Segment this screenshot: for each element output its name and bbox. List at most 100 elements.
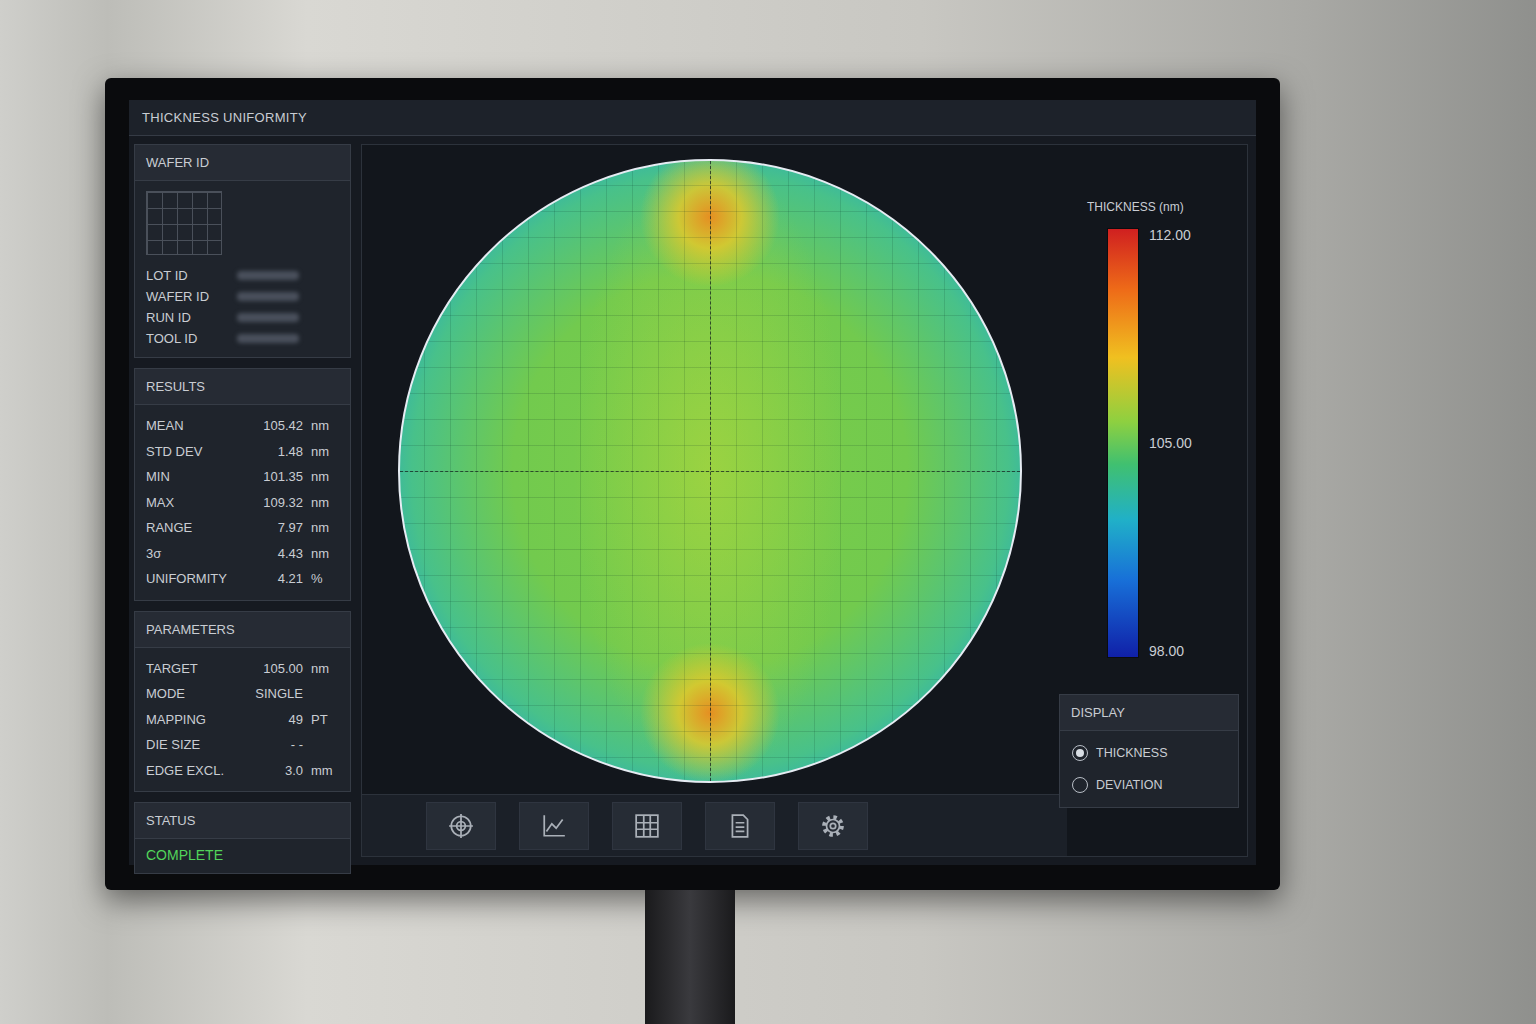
- row-label: MODE: [146, 686, 247, 701]
- legend-max: 112.00: [1149, 228, 1192, 242]
- content: WAFER ID LOT ID WAFER ID RUN ID TOOL ID RESUL…: [129, 136, 1256, 865]
- panel-title: DISPLAY: [1060, 695, 1238, 731]
- row-value: SINGLE: [247, 686, 303, 701]
- row-value: 105.42: [247, 418, 303, 433]
- map-view: THICKNESS (nm)112.00105.0098.00DISPLAYTH…: [361, 144, 1248, 857]
- grid-icon: [634, 813, 660, 839]
- row-unit: mm: [303, 763, 339, 778]
- line-chart-icon: [541, 813, 567, 839]
- results-panel: RESULTSMEAN105.42nmSTD DEV1.48nmMIN101.3…: [134, 368, 351, 601]
- field-label: RUN ID: [146, 310, 237, 325]
- legend-title: THICKNESS (nm): [1087, 200, 1239, 214]
- field-row: LOT ID: [146, 265, 339, 286]
- results-panel-rows: MEAN105.42nmSTD DEV1.48nmMIN101.35nmMAX1…: [135, 405, 350, 600]
- scene: THICKNESS UNIFORMITYWAFER IDLOT IDWAFER …: [0, 0, 1536, 1024]
- radio-option[interactable]: DEVIATION: [1060, 769, 1238, 801]
- wafer-panel: WAFER ID LOT ID WAFER ID RUN ID TOOL ID: [134, 144, 351, 358]
- row-label: UNIFORMITY: [146, 571, 247, 586]
- panel-title: WAFER ID: [135, 145, 350, 181]
- result-row: RANGE7.97nm: [146, 515, 339, 541]
- toolbar-button[interactable]: [798, 802, 868, 850]
- crosshair-horizontal: [400, 471, 1020, 472]
- option-label: DEVIATION: [1096, 778, 1162, 792]
- row-unit: nm: [303, 444, 339, 459]
- row-label: MEAN: [146, 418, 247, 433]
- blurred-value: [237, 292, 299, 301]
- row-label: DIE SIZE: [146, 737, 247, 752]
- legend-bar: [1107, 228, 1139, 658]
- toolbar-button[interactable]: [705, 802, 775, 850]
- target-icon: [448, 813, 474, 839]
- panel-title: STATUS: [135, 803, 350, 839]
- toolbar: [362, 794, 1067, 856]
- row-label: EDGE EXCL.: [146, 763, 247, 778]
- radio-dot: [1076, 749, 1084, 757]
- blurred-value: [237, 313, 299, 322]
- result-row: 3σ4.43nm: [146, 541, 339, 567]
- row-label: STD DEV: [146, 444, 247, 459]
- result-row: TARGET105.00nm: [146, 656, 339, 682]
- row-unit: nm: [303, 469, 339, 484]
- row-value: 3.0: [247, 763, 303, 778]
- result-row: STD DEV1.48nm: [146, 439, 339, 465]
- result-row: EDGE EXCL.3.0mm: [146, 758, 339, 784]
- row-label: MAX: [146, 495, 247, 510]
- row-unit: %: [303, 571, 339, 586]
- display-options: THICKNESS DEVIATION: [1060, 731, 1238, 807]
- wafer-thumbnail: [146, 191, 222, 255]
- field-row: RUN ID: [146, 307, 339, 328]
- row-value: 109.32: [247, 495, 303, 510]
- row-label: MIN: [146, 469, 247, 484]
- window-title: THICKNESS UNIFORMITY: [129, 100, 1256, 136]
- toolbar-button[interactable]: [612, 802, 682, 850]
- blurred-value: [237, 334, 299, 343]
- color-legend: 112.00 105.00 98.00: [1107, 228, 1239, 658]
- panel-title: RESULTS: [135, 369, 350, 405]
- monitor-stand: [645, 890, 735, 1024]
- parameters-panel: PARAMETERSTARGET105.00nmMODESINGLEMAPPIN…: [134, 611, 351, 793]
- row-label: 3σ: [146, 546, 247, 561]
- row-unit: nm: [303, 495, 339, 510]
- field-row: TOOL ID: [146, 328, 339, 349]
- legend-min: 98.00: [1149, 644, 1192, 658]
- row-value: 1.48: [247, 444, 303, 459]
- status-value: COMPLETE: [135, 839, 350, 873]
- wafer-map: [398, 159, 1022, 783]
- row-value: 4.21: [247, 571, 303, 586]
- toolbar-button[interactable]: [519, 802, 589, 850]
- row-label: MAPPING: [146, 712, 247, 727]
- row-value: 105.00: [247, 661, 303, 676]
- legend-mid: 105.00: [1149, 436, 1192, 450]
- map-area: [362, 145, 1067, 794]
- row-value: - -: [247, 737, 303, 752]
- row-unit: nm: [303, 546, 339, 561]
- row-value: 4.43: [247, 546, 303, 561]
- field-label: TOOL ID: [146, 331, 237, 346]
- monitor: THICKNESS UNIFORMITYWAFER IDLOT IDWAFER …: [105, 78, 1280, 890]
- wafer-fields: LOT ID WAFER ID RUN ID TOOL ID: [135, 261, 350, 357]
- row-unit: nm: [303, 520, 339, 535]
- result-row: DIE SIZE- -: [146, 732, 339, 758]
- radio-button[interactable]: [1072, 745, 1088, 761]
- right-column: THICKNESS (nm)112.00105.0098.00DISPLAYTH…: [1067, 145, 1247, 856]
- toolbar-button[interactable]: [426, 802, 496, 850]
- result-row: MIN101.35nm: [146, 464, 339, 490]
- radio-button[interactable]: [1072, 777, 1088, 793]
- panel-title: PARAMETERS: [135, 612, 350, 648]
- left-column: WAFER ID LOT ID WAFER ID RUN ID TOOL ID RESUL…: [134, 144, 351, 857]
- result-row: MAX109.32nm: [146, 490, 339, 516]
- field-row: WAFER ID: [146, 286, 339, 307]
- field-label: WAFER ID: [146, 289, 237, 304]
- radio-option[interactable]: THICKNESS: [1060, 737, 1238, 769]
- display-panel: DISPLAY THICKNESS DEVIATION: [1059, 694, 1239, 808]
- result-row: MODESINGLE: [146, 681, 339, 707]
- option-label: THICKNESS: [1096, 746, 1168, 760]
- field-label: LOT ID: [146, 268, 237, 283]
- row-label: TARGET: [146, 661, 247, 676]
- row-value: 101.35: [247, 469, 303, 484]
- blurred-value: [237, 271, 299, 280]
- row-unit: nm: [303, 661, 339, 676]
- row-unit: nm: [303, 418, 339, 433]
- gear-icon: [820, 813, 846, 839]
- row-value: 49: [247, 712, 303, 727]
